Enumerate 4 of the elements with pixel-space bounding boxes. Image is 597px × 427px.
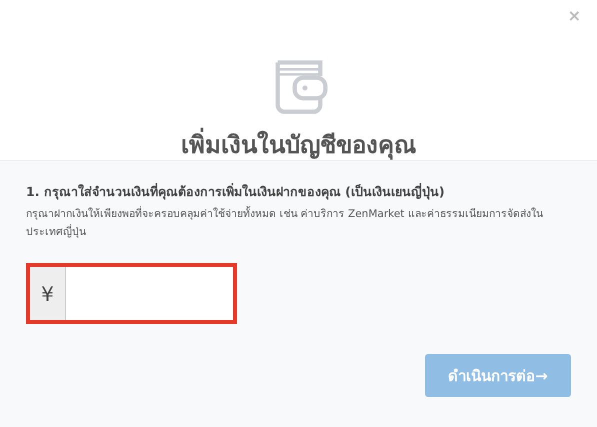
amount-label: 1. กรุณาใส่จำนวนเงินที่คุณต้องการเพิ่มในเงินฝากของคุณ (เป็นเงินเยนญี่ปุ่น) [26, 183, 446, 202]
hint-text: กรุณาฝากเงินให้เพียงพอที่จะครอบคลุมค่าใช้จ่ายทั้งหมด เช่น ค่าบริการ ZenMarket และค่าธรรมเนียมการจัดส่งในประเทศญี่ปุ่น [26, 206, 544, 240]
close-button[interactable]: × [568, 8, 581, 24]
amount-field[interactable]: ¥ [26, 263, 237, 324]
